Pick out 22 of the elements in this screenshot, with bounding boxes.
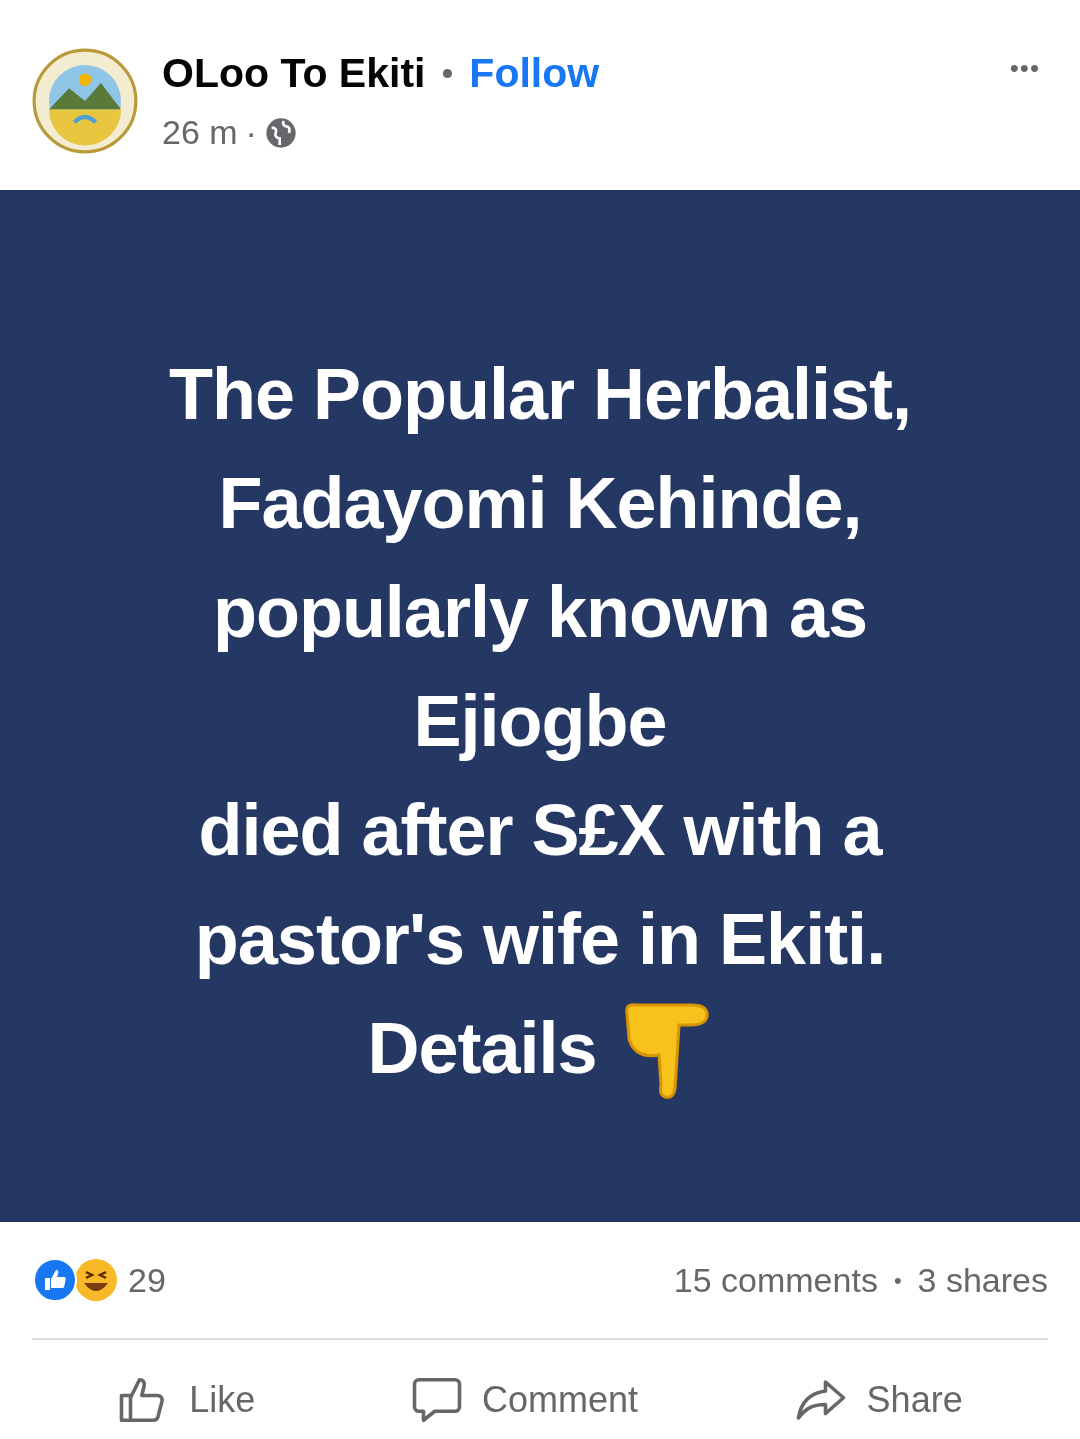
like-button[interactable]: Like — [111, 1372, 262, 1428]
share-button[interactable]: Share — [786, 1372, 969, 1428]
author-name[interactable]: OLoo To Ekiti — [162, 50, 426, 97]
post-text-line: Ejiogbe — [413, 680, 667, 763]
post-time: 26 m — [162, 112, 238, 153]
share-count[interactable]: 3 shares — [917, 1254, 1048, 1306]
reaction-count[interactable]: 29 — [128, 1254, 166, 1306]
globe-icon — [264, 116, 297, 149]
post-text-line: pastor's wife in Ekiti. — [194, 898, 886, 981]
post-text-line: Details — [367, 1007, 597, 1090]
separator-dot: · — [245, 112, 257, 153]
comment-count[interactable]: 15 comments — [673, 1254, 878, 1306]
more-options-button[interactable]: ••• — [1003, 48, 1046, 89]
post-text-line: popularly known as — [212, 571, 868, 654]
logo-icon — [32, 48, 138, 154]
follow-button[interactable]: Follow — [469, 50, 600, 97]
separator-dot: • — [441, 53, 454, 94]
post-text-line: died after S£X with a — [198, 789, 882, 872]
separator-dot: • — [893, 1266, 902, 1295]
comment-button[interactable]: Comment — [403, 1372, 644, 1428]
post-text-line: Fadayomi Kehinde, — [218, 462, 862, 545]
post-text-line: The Popular Herbalist, — [168, 353, 912, 436]
